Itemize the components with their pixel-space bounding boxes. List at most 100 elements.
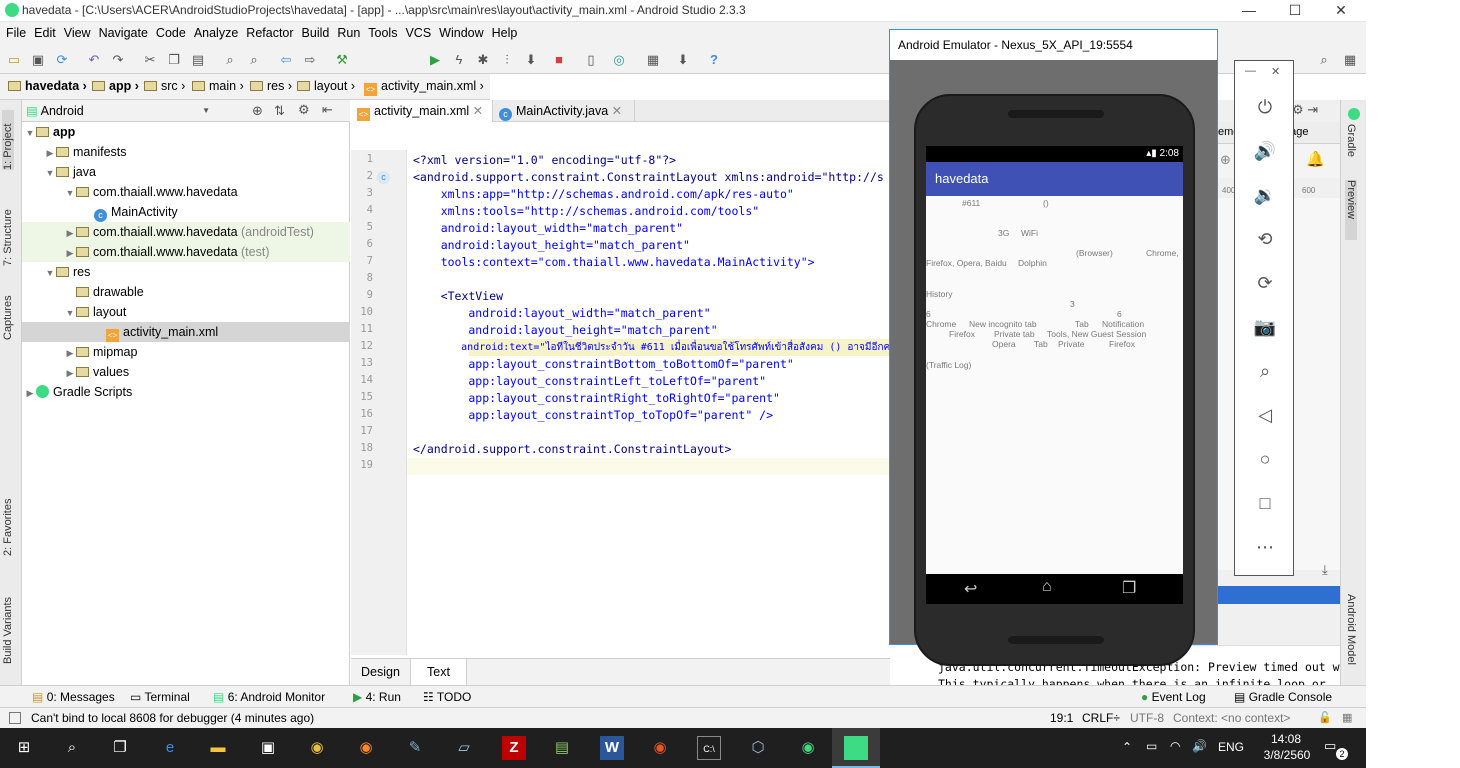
close-icon[interactable]: ✕ xyxy=(473,104,483,118)
firefox-icon[interactable]: ◉ xyxy=(354,736,378,760)
tree-item[interactable]: drawable xyxy=(22,282,350,302)
windows-start-icon[interactable]: ⊞ xyxy=(12,736,36,760)
tab-gradle[interactable]: Gradle xyxy=(1345,124,1357,157)
layout-icon[interactable]: ▦ xyxy=(1342,52,1358,68)
sdk-manager-icon[interactable]: ▦ xyxy=(645,52,661,68)
breadcrumb-file[interactable]: <> activity_main.xml › xyxy=(364,79,484,96)
tab-terminal[interactable]: ▭ Terminal xyxy=(130,690,190,704)
tab-captures[interactable]: Captures xyxy=(2,290,14,340)
class-gutter-icon[interactable]: c xyxy=(377,171,390,184)
tree-item[interactable]: ▶ Gradle Scripts xyxy=(22,382,350,402)
tab-mainactivity-java[interactable]: c MainActivity.java ✕ xyxy=(493,100,635,122)
home-icon[interactable]: ○ xyxy=(1253,447,1277,471)
camera-icon[interactable]: 📷 xyxy=(1253,315,1277,339)
clock-date[interactable]: 3/8/2560 xyxy=(1260,748,1314,762)
apply-changes-icon[interactable]: ϟ xyxy=(451,52,467,68)
close-button[interactable]: ✕ xyxy=(1318,0,1364,22)
device-monitor-icon[interactable]: ⬇ xyxy=(675,52,691,68)
filezilla-icon[interactable]: Z xyxy=(502,736,526,760)
volume-up-icon[interactable]: 🔊 xyxy=(1253,139,1277,163)
code-editor[interactable]: <?xml version="1.0" encoding="utf-8"?> <… xyxy=(407,150,890,655)
hide-panel-icon[interactable]: ⇤ xyxy=(322,102,333,118)
tree-item[interactable]: ▶ com.thaiall.www.havedata (test) xyxy=(22,242,350,262)
tab-build-variants[interactable]: Build Variants xyxy=(2,584,14,664)
android-studio-icon[interactable]: ◉ xyxy=(796,736,820,760)
volume-icon[interactable]: 🔊 xyxy=(1192,739,1207,753)
menu-edit[interactable]: Edit xyxy=(30,22,60,40)
tab-messages[interactable]: ▤ 0: Messages xyxy=(32,690,115,704)
make-project-icon[interactable]: ⚒ xyxy=(334,52,350,68)
rotate-left-icon[interactable]: ⟲ xyxy=(1253,227,1277,251)
recents-icon[interactable]: ❐ xyxy=(1122,578,1136,598)
more-icon[interactable]: ⋯ xyxy=(1253,535,1277,559)
wifi-icon[interactable]: ◠ xyxy=(1170,739,1180,753)
notifications-icon[interactable]: ▦ xyxy=(1342,711,1352,724)
volume-down-icon[interactable]: 🔉 xyxy=(1253,183,1277,207)
home-icon[interactable]: ⌂ xyxy=(1042,578,1052,596)
rotate-right-icon[interactable]: ⟳ xyxy=(1253,271,1277,295)
status-toggle-icon[interactable] xyxy=(9,712,21,724)
file-explorer-icon[interactable]: ▬ xyxy=(206,736,230,760)
expand-arrow-icon[interactable]: ▼ xyxy=(64,183,76,203)
attach-debugger-icon[interactable]: ⫶ xyxy=(499,52,515,68)
zoom-icon[interactable]: ⌕ xyxy=(1253,359,1277,383)
lock-icon[interactable]: 🔓 xyxy=(1318,711,1332,724)
line-separator[interactable]: CRLF÷ xyxy=(1082,711,1120,725)
expand-arrow-icon[interactable]: ▼ xyxy=(64,303,76,323)
power-icon[interactable]: ⏻ xyxy=(1253,95,1277,119)
expand-arrow-icon[interactable]: ▶ xyxy=(64,223,76,243)
breadcrumb-src[interactable]: src › xyxy=(144,79,185,93)
sync-icon[interactable]: ⟳ xyxy=(54,52,70,68)
open-folder-icon[interactable]: ▭ xyxy=(6,52,22,68)
file-encoding[interactable]: UTF-8 xyxy=(1130,711,1164,725)
redo-icon[interactable]: ↷ xyxy=(110,52,126,68)
expand-arrow-icon[interactable]: ▶ xyxy=(64,243,76,263)
virtualbox-icon[interactable]: ⬡ xyxy=(746,736,770,760)
notepad-icon[interactable]: ▱ xyxy=(452,736,476,760)
tree-item[interactable]: ▼ layout xyxy=(22,302,350,322)
menu-refactor[interactable]: Refactor xyxy=(242,22,297,40)
tab-structure[interactable]: 7: Structure xyxy=(2,196,14,266)
tree-item[interactable]: ▼ res xyxy=(22,262,350,282)
tab-event-log[interactable]: ● Event Log xyxy=(1141,690,1206,704)
active-app-highlight[interactable] xyxy=(832,728,880,768)
menu-tools[interactable]: Tools xyxy=(364,22,401,40)
replace-icon[interactable]: ⌕ xyxy=(246,52,262,68)
tab-preview[interactable]: Preview xyxy=(1345,180,1357,240)
find-icon[interactable]: ⌕ xyxy=(222,52,238,68)
minimize-button[interactable]: — xyxy=(1245,65,1256,77)
search-everywhere-icon[interactable]: ⌕ xyxy=(1316,52,1332,68)
tab-todo[interactable]: ☷ TODO xyxy=(423,690,471,704)
tab-design[interactable]: Design xyxy=(351,659,411,685)
expand-arrow-icon[interactable]: ▼ xyxy=(24,123,36,143)
minimize-button[interactable]: — xyxy=(1226,0,1272,22)
tab-android-model[interactable]: Android Model xyxy=(1345,594,1357,665)
tab-project[interactable]: 1: Project xyxy=(2,110,14,170)
menu-help[interactable]: Help xyxy=(488,22,522,40)
back-icon[interactable]: ↩ xyxy=(964,579,977,599)
tab-favorites[interactable]: 2: Favorites xyxy=(2,486,14,556)
tree-item[interactable]: c MainActivity xyxy=(22,202,350,222)
gradle-sync-icon[interactable]: ◎ xyxy=(611,52,627,68)
cut-icon[interactable]: ✂ xyxy=(142,52,158,68)
menu-vcs[interactable]: VCS xyxy=(401,22,435,40)
word-icon[interactable]: W xyxy=(600,736,624,760)
edge-icon[interactable]: e xyxy=(158,736,182,760)
tree-item[interactable]: ▼ com.thaiall.www.havedata xyxy=(22,182,350,202)
input-language[interactable]: ENG xyxy=(1218,740,1244,754)
maximize-button[interactable]: ☐ xyxy=(1272,0,1318,22)
tab-text[interactable]: Text xyxy=(411,659,467,685)
menu-run[interactable]: Run xyxy=(333,22,364,40)
action-center-icon[interactable]: ▭ xyxy=(1324,738,1336,754)
project-view-select[interactable]: ▤ Android ▼ xyxy=(26,103,210,120)
expand-arrow-icon[interactable]: ▶ xyxy=(64,363,76,383)
paint-icon[interactable]: ✎ xyxy=(403,736,427,760)
caret-position[interactable]: 19:1 xyxy=(1050,711,1073,725)
task-view-icon[interactable]: ❐ xyxy=(108,736,132,760)
expand-arrow-icon[interactable]: ▼ xyxy=(44,263,56,283)
cmd-icon[interactable]: C:\ xyxy=(697,736,721,760)
breadcrumb-havedata[interactable]: havedata › xyxy=(8,79,87,93)
expand-arrow-icon[interactable]: ▶ xyxy=(64,343,76,363)
gear-icon[interactable]: ⚙ xyxy=(298,102,310,118)
tree-item[interactable]: ▶ values xyxy=(22,362,350,382)
